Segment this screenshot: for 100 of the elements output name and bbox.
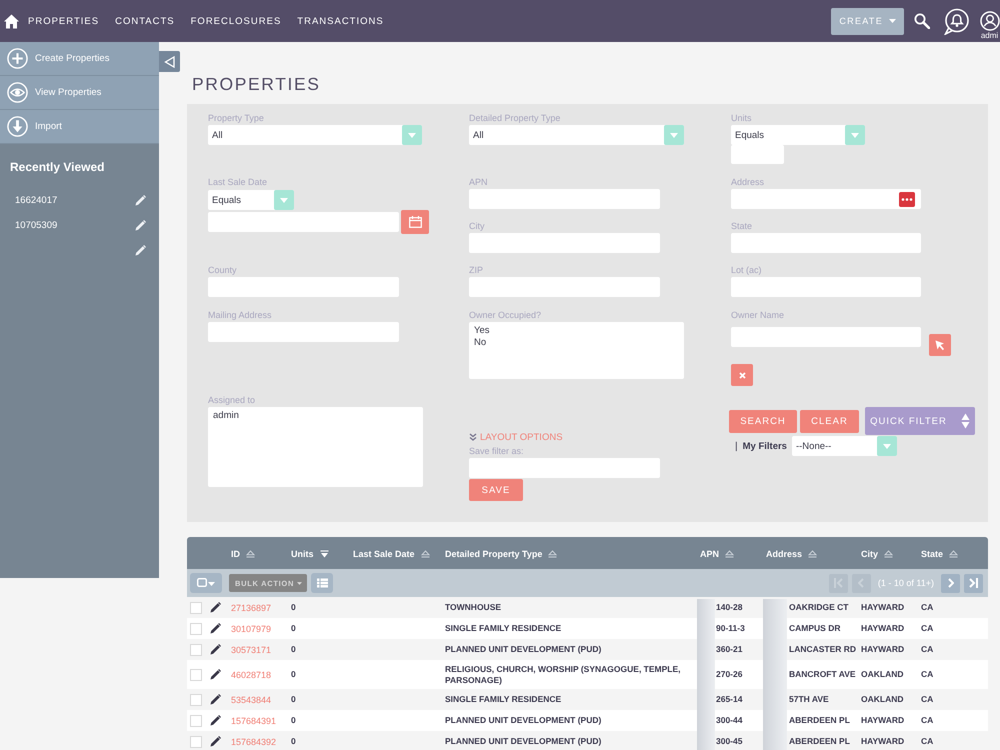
next-page-button[interactable]: [941, 574, 960, 592]
nav-link[interactable]: TRANSACTIONS: [297, 16, 384, 26]
calendar-button[interactable]: [401, 210, 429, 234]
row-checkbox[interactable]: [190, 668, 202, 680]
field-label: Last Sale Date: [208, 176, 268, 189]
table-cell: 265-14: [716, 694, 742, 705]
nav-link[interactable]: CONTACTS: [115, 16, 175, 26]
listbox[interactable]: Yes No: [469, 322, 684, 379]
select-field[interactable]: Equals: [731, 125, 865, 145]
save-button[interactable]: SAVE: [469, 479, 523, 501]
row-checkbox[interactable]: [190, 622, 202, 634]
up-down-arrows-icon: [960, 413, 970, 429]
input-field[interactable]: [469, 233, 660, 253]
clear-button[interactable]: CLEAR: [800, 410, 859, 432]
table-cell: 90-11-3: [716, 623, 745, 634]
input-field[interactable]: [731, 327, 921, 347]
page-title: PROPERTIES: [192, 73, 320, 96]
column-header[interactable]: APN: [697, 549, 734, 559]
column-header[interactable]: Last Sale Date: [350, 549, 430, 559]
recent-item-link[interactable]: 16624017: [15, 195, 58, 206]
create-button[interactable]: CREATE: [831, 8, 904, 34]
table-cell-text: RELIGIOUS, CHURCH, WORSHIP (SYNAGOGUE, TEMPLE, PARSONAGE): [445, 664, 682, 685]
listbox-option[interactable]: No: [474, 337, 486, 349]
select-field[interactable]: --None--: [792, 436, 897, 456]
table-cell: 0: [291, 669, 296, 680]
record-link[interactable]: 27136897: [231, 602, 272, 612]
row-checkbox[interactable]: [190, 714, 202, 726]
pencil-icon[interactable]: [210, 602, 221, 613]
pencil-icon[interactable]: [210, 669, 221, 680]
recent-item-link[interactable]: 10705309: [15, 220, 58, 231]
column-header[interactable]: State: [918, 549, 958, 559]
pencil-icon[interactable]: [210, 694, 221, 705]
input-field[interactable]: [469, 277, 660, 297]
bell-icon[interactable]: [944, 8, 969, 34]
list-icon: [316, 578, 328, 588]
row-checkbox[interactable]: [190, 736, 202, 748]
dots-icon[interactable]: [899, 192, 915, 206]
table-cell: CA: [921, 736, 934, 747]
caret-icon: [664, 125, 684, 145]
input-field[interactable]: [469, 189, 660, 209]
pencil-icon[interactable]: [210, 715, 221, 726]
filter-separator: |: [735, 440, 738, 452]
row-checkbox[interactable]: [190, 694, 202, 706]
search-button[interactable]: SEARCH: [729, 410, 797, 432]
input-field[interactable]: [469, 458, 660, 478]
layout-options-link[interactable]: LAYOUT OPTIONS: [480, 432, 563, 442]
record-link[interactable]: 157684391: [231, 716, 276, 726]
quick-filter-button[interactable]: QUICK FILTER: [865, 407, 975, 435]
input-field[interactable]: [731, 277, 921, 297]
listbox-option[interactable]: Yes: [474, 325, 490, 337]
record-link[interactable]: 30573171: [231, 644, 272, 654]
field-label: Units: [731, 112, 752, 125]
eye-circle-icon: [7, 82, 28, 103]
column-header[interactable]: Units: [288, 549, 328, 559]
field-label: City: [469, 220, 484, 233]
user-icon[interactable]: [980, 11, 1000, 31]
nav-link[interactable]: FORECLOSURES: [190, 16, 282, 26]
date-input-field[interactable]: [208, 212, 399, 232]
input-field[interactable]: [208, 322, 399, 342]
sidebar-action[interactable]: View Properties: [0, 76, 159, 110]
pencil-icon[interactable]: [210, 644, 221, 655]
table-cell: PLANNED UNIT DEVELOPMENT (PUD): [445, 644, 602, 655]
input-field[interactable]: [208, 277, 399, 297]
clear-field-button[interactable]: [731, 364, 753, 386]
row-checkbox[interactable]: [190, 644, 202, 656]
listbox[interactable]: admin: [208, 407, 423, 487]
pencil-icon[interactable]: [210, 623, 221, 634]
sidebar-action[interactable]: Create Properties: [0, 42, 159, 76]
select-all-button[interactable]: [190, 573, 222, 593]
plus-circle-icon: [7, 48, 28, 69]
column-header[interactable]: City: [858, 549, 894, 559]
table-cell: HAYWARD: [861, 602, 904, 613]
search-icon[interactable]: [914, 13, 930, 29]
home-icon[interactable]: [4, 14, 19, 28]
column-header[interactable]: Address: [763, 549, 818, 559]
select-field[interactable]: Equals: [208, 190, 294, 210]
column-header[interactable]: Detailed Property Type: [442, 549, 558, 559]
select-field[interactable]: All: [208, 125, 422, 145]
last-page-button[interactable]: [964, 574, 983, 592]
table-cell: PLANNED UNIT DEVELOPMENT (PUD): [445, 736, 602, 747]
listbox-option[interactable]: admin: [213, 410, 239, 422]
collapse-button[interactable]: [159, 51, 180, 72]
field-label: Save filter as:: [469, 445, 524, 458]
table-cell: 300-44: [716, 715, 742, 726]
record-link[interactable]: 46028718: [231, 670, 272, 680]
row-checkbox[interactable]: [190, 602, 202, 614]
pencil-icon[interactable]: [210, 736, 221, 747]
sidebar-action[interactable]: Import: [0, 110, 159, 144]
record-link[interactable]: 30107979: [231, 624, 272, 634]
input-field[interactable]: [731, 233, 921, 253]
record-link[interactable]: 53543844: [231, 694, 272, 704]
nav-link[interactable]: PROPERTIES: [28, 16, 100, 26]
record-link[interactable]: 157684392: [231, 736, 276, 746]
input-field[interactable]: [731, 145, 784, 164]
columns-button[interactable]: [311, 573, 333, 593]
select-field[interactable]: All: [469, 125, 684, 145]
select-button[interactable]: [929, 334, 951, 356]
table-cell: 0: [291, 602, 296, 613]
column-header[interactable]: ID: [228, 549, 255, 559]
input-field[interactable]: [731, 189, 921, 209]
